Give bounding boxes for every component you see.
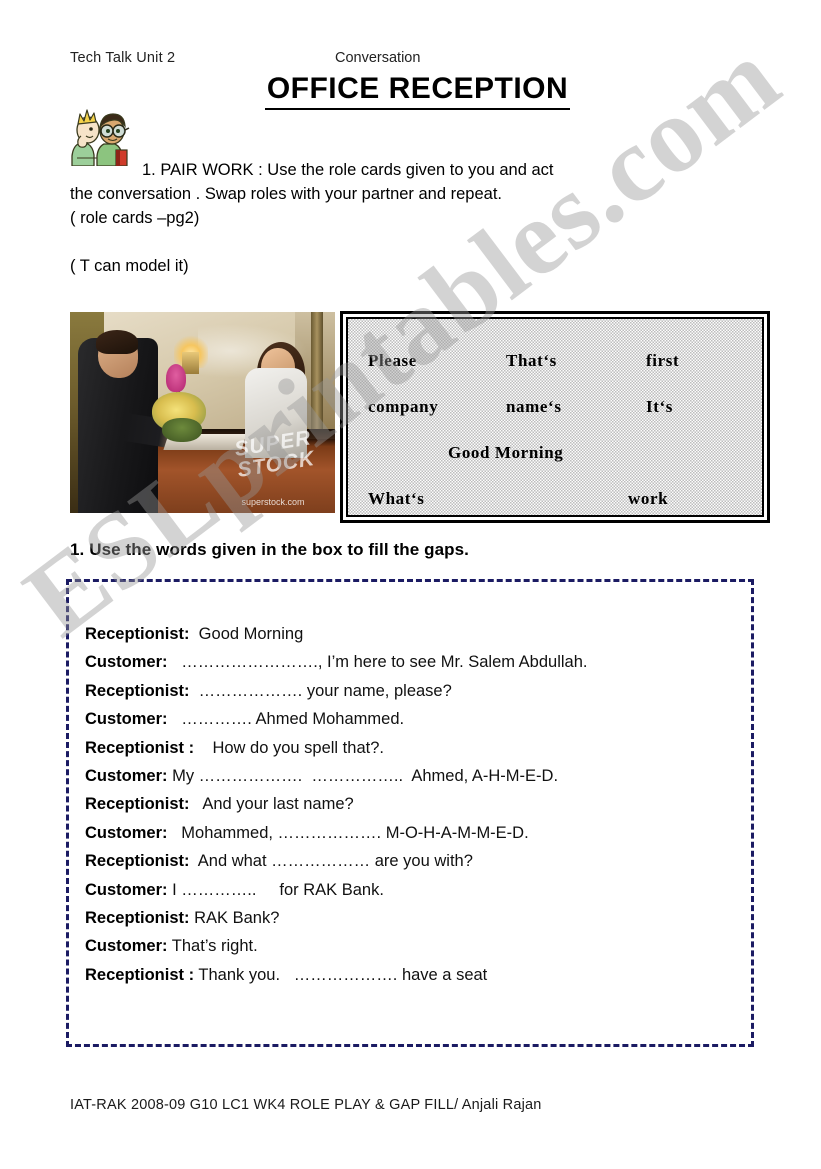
word-bank-inner: Please That‘s first company name‘s It‘s …: [346, 317, 764, 517]
word-good-morning: Good Morning: [448, 443, 564, 462]
dialogue-line: Receptionist: ………………. your name, please?: [85, 677, 741, 705]
reception-photo: SUPER STOCK superstock.com: [70, 312, 335, 513]
dialogue-speaker: Receptionist :: [85, 965, 195, 984]
dialogue-speaker: Receptionist :: [85, 738, 195, 757]
dialogue-speaker: Customer:: [85, 823, 168, 842]
superstock-url: superstock.com: [241, 497, 305, 507]
dialogue-text: ………………. your name, please?: [189, 681, 452, 700]
worksheet-page: Tech Talk Unit 2 Conversation OFFICE REC…: [0, 0, 821, 1169]
photo-businessman-hair: [96, 330, 138, 354]
dialogue-line: Customer: …………. Ahmed Mohammed.: [85, 705, 741, 733]
dialogue-text: How do you spell that?.: [194, 738, 384, 757]
dialogue-speaker: Receptionist:: [85, 625, 190, 643]
footer-credit: IAT-RAK 2008-09 G10 LC1 WK4 ROLE PLAY & …: [70, 1097, 542, 1113]
dialogue-line: Customer: Mohammed, ………………. M-O-H-A-M-M-…: [85, 819, 741, 847]
dialogue-text: RAK Bank?: [189, 909, 280, 928]
dialogue-text: I ………….. for RAK Bank.: [167, 880, 384, 899]
dialogue-line: Receptionist: RAK Bank?: [85, 904, 741, 932]
dialogue-line: Receptionist: And your last name?: [85, 790, 741, 818]
header-row: Tech Talk Unit 2 Conversation: [70, 50, 750, 72]
dialogue-line: Customer: ……………………., I’m here to see Mr.…: [85, 648, 741, 676]
instruction-spacer: [70, 230, 714, 254]
dialogue-speaker: Customer:: [85, 937, 168, 956]
word-bank-box: Please That‘s first company name‘s It‘s …: [340, 311, 770, 523]
word-thats: That‘s: [506, 351, 557, 370]
word-whats: What‘s: [368, 489, 425, 508]
dialogue-line: Receptionist: Good Morning: [85, 620, 741, 648]
word-names: name‘s: [506, 397, 562, 416]
exercise-heading: 1. Use the words given in the box to fil…: [70, 540, 469, 559]
dialogue-text: ……………………., I’m here to see Mr. Salem Abd…: [167, 653, 588, 672]
photo-flower-arrangement: [148, 364, 210, 442]
dialogue-line: Customer: I ………….. for RAK Bank.: [85, 876, 741, 904]
dialogue-gap-fill-box: Receptionist: Good Morning Customer: …………: [66, 579, 754, 1047]
dialogue-text: Good Morning: [189, 625, 304, 643]
dialogue-line: Customer: That’s right.: [85, 932, 741, 960]
dialogue-line: Customer: My ………………. …………….. Ahmed, A-H-…: [85, 762, 741, 790]
dialogue-speaker: Customer:: [85, 653, 168, 672]
dialogue-speaker: Customer:: [85, 767, 168, 786]
dialogue-text: …………. Ahmed Mohammed.: [167, 710, 405, 729]
dialogue-lines: Receptionist: Good Morning Customer: …………: [85, 620, 741, 989]
word-its: It‘s: [646, 397, 673, 416]
dialogue-speaker: Receptionist:: [85, 852, 190, 871]
dialogue-line: Receptionist : How do you spell that?.: [85, 734, 741, 762]
dialogue-text: And your last name?: [189, 795, 354, 814]
dialogue-speaker: Customer:: [85, 880, 168, 899]
word-please: Please: [368, 351, 417, 370]
dialogue-speaker: Customer:: [85, 710, 168, 729]
instruction-line-2: the conversation . Swap roles with your …: [70, 185, 502, 203]
page-title-text: OFFICE RECEPTION: [264, 72, 571, 110]
instruction-line-4: ( T can model it): [70, 257, 189, 275]
pair-work-instructions: 1. PAIR WORK : Use the role cards given …: [70, 158, 714, 278]
dialogue-text: That’s right.: [167, 937, 258, 956]
dialogue-text: My ………………. …………….. Ahmed, A-H-M-E-D.: [167, 767, 559, 786]
dialogue-text: Thank you. ………………. have a seat: [194, 965, 488, 984]
dialogue-line: Receptionist: And what ……………… are you wi…: [85, 847, 741, 875]
instruction-line-3: ( role cards –pg2): [70, 209, 200, 227]
dialogue-text: Mohammed, ………………. M-O-H-A-M-M-E-D.: [167, 823, 529, 842]
dialogue-line: Receptionist : Thank you. ………………. have a…: [85, 961, 741, 989]
word-work: work: [628, 489, 669, 508]
word-company: company: [368, 397, 439, 416]
dialogue-speaker: Receptionist:: [85, 909, 190, 928]
word-first: first: [646, 351, 680, 370]
section-label: Conversation: [335, 50, 421, 66]
dialogue-speaker: Receptionist:: [85, 795, 190, 814]
dialogue-speaker: Receptionist:: [85, 681, 190, 700]
instruction-line-1: 1. PAIR WORK : Use the role cards given …: [142, 161, 554, 179]
students-clipart-icon: [64, 100, 140, 167]
dialogue-text: And what ……………… are you with?: [189, 852, 473, 871]
unit-label: Tech Talk Unit 2: [70, 50, 176, 66]
